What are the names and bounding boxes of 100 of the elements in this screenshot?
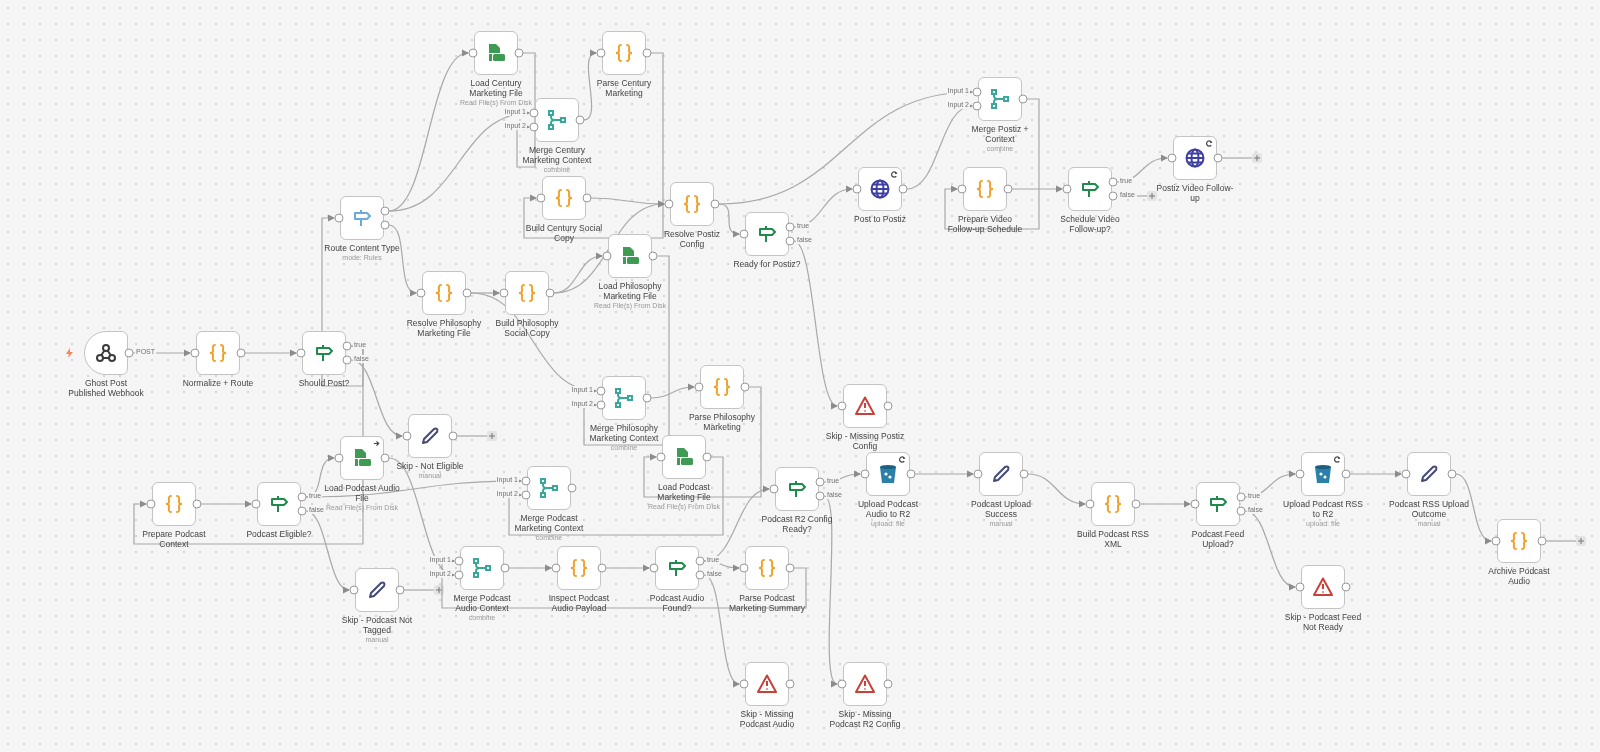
workflow-node[interactable] (745, 212, 789, 256)
input-port[interactable] (852, 184, 862, 194)
output-port[interactable] (898, 184, 908, 194)
workflow-node[interactable] (527, 466, 571, 510)
workflow-node[interactable] (655, 546, 699, 590)
add-icon[interactable] (487, 431, 497, 441)
workflow-node[interactable] (1091, 482, 1135, 526)
input-port[interactable] (1062, 184, 1072, 194)
output-port[interactable] (1447, 469, 1457, 479)
input-port[interactable] (416, 288, 426, 298)
input-port[interactable] (739, 229, 749, 239)
output-port[interactable] (1019, 469, 1029, 479)
input-port[interactable] (1295, 469, 1305, 479)
workflow-node[interactable] (1497, 519, 1541, 563)
workflow-node[interactable] (745, 546, 789, 590)
output-port[interactable] (395, 585, 405, 595)
workflow-node[interactable] (1196, 482, 1240, 526)
workflow-node[interactable] (745, 662, 789, 706)
workflow-node[interactable] (1173, 136, 1217, 180)
output-port[interactable] (1537, 536, 1547, 546)
input-port[interactable] (1167, 153, 1177, 163)
output-port[interactable] (785, 679, 795, 689)
workflow-node[interactable] (557, 546, 601, 590)
workflow-node[interactable] (257, 482, 301, 526)
input-port[interactable] (837, 679, 847, 689)
output-port[interactable] (545, 288, 555, 298)
input-port[interactable] (739, 563, 749, 573)
workflow-node[interactable] (979, 452, 1023, 496)
workflow-node[interactable] (422, 271, 466, 315)
input-port[interactable] (551, 563, 561, 573)
workflow-node[interactable] (302, 331, 346, 375)
input-port[interactable] (1491, 536, 1501, 546)
workflow-node[interactable] (152, 482, 196, 526)
output-port[interactable] (236, 348, 246, 358)
input-port[interactable] (769, 484, 779, 494)
workflow-node[interactable] (662, 435, 706, 479)
output-port[interactable] (124, 348, 134, 358)
output-port[interactable] (906, 469, 916, 479)
workflow-node[interactable] (978, 77, 1022, 121)
input-port[interactable] (837, 401, 847, 411)
input-port[interactable] (190, 348, 200, 358)
input-port[interactable] (649, 563, 659, 573)
output-port[interactable] (710, 199, 720, 209)
output-port[interactable] (740, 382, 750, 392)
input-port[interactable] (536, 193, 546, 203)
input-port[interactable] (739, 679, 749, 689)
workflow-node[interactable] (340, 196, 384, 240)
output-port[interactable] (702, 452, 712, 462)
workflow-node[interactable] (858, 167, 902, 211)
input-port[interactable] (1401, 469, 1411, 479)
input-port[interactable] (251, 499, 261, 509)
input-port[interactable] (296, 348, 306, 358)
input-port[interactable] (1085, 499, 1095, 509)
workflow-node[interactable] (505, 271, 549, 315)
workflow-node[interactable] (535, 98, 579, 142)
input-port[interactable] (656, 452, 666, 462)
input-port[interactable] (334, 453, 344, 463)
output-port[interactable] (642, 393, 652, 403)
workflow-node[interactable] (1301, 565, 1345, 609)
input-port[interactable] (1190, 499, 1200, 509)
input-port[interactable] (957, 184, 967, 194)
workflow-node[interactable] (1301, 452, 1345, 496)
input-port[interactable] (499, 288, 509, 298)
input-port[interactable] (596, 48, 606, 58)
input-port[interactable] (1295, 582, 1305, 592)
add-icon[interactable] (434, 585, 444, 595)
output-port[interactable] (448, 431, 458, 441)
workflow-node[interactable] (340, 436, 384, 480)
output-port[interactable] (648, 251, 658, 261)
input-port[interactable] (349, 585, 359, 595)
input-port[interactable] (146, 499, 156, 509)
workflow-node[interactable] (196, 331, 240, 375)
output-port[interactable] (1003, 184, 1013, 194)
output-port[interactable] (575, 115, 585, 125)
workflow-node[interactable] (355, 568, 399, 612)
output-port[interactable] (582, 193, 592, 203)
output-port[interactable] (462, 288, 472, 298)
input-port[interactable] (973, 469, 983, 479)
add-icon[interactable] (1252, 153, 1262, 163)
workflow-node[interactable] (670, 182, 714, 226)
input-port[interactable] (402, 431, 412, 441)
output-port[interactable] (597, 563, 607, 573)
output-port[interactable] (192, 499, 202, 509)
workflow-node[interactable] (963, 167, 1007, 211)
output-port[interactable] (642, 48, 652, 58)
workflow-node[interactable] (608, 234, 652, 278)
input-port[interactable] (664, 199, 674, 209)
output-port[interactable] (567, 483, 577, 493)
output-port[interactable] (1341, 469, 1351, 479)
input-port[interactable] (602, 251, 612, 261)
workflow-node[interactable] (1407, 452, 1451, 496)
output-port[interactable] (1213, 153, 1223, 163)
input-port[interactable] (694, 382, 704, 392)
output-port[interactable] (785, 563, 795, 573)
workflow-node[interactable] (843, 384, 887, 428)
output-port[interactable] (883, 679, 893, 689)
output-port[interactable] (500, 563, 510, 573)
workflow-node[interactable] (602, 31, 646, 75)
input-port[interactable] (860, 469, 870, 479)
workflow-node[interactable] (866, 452, 910, 496)
